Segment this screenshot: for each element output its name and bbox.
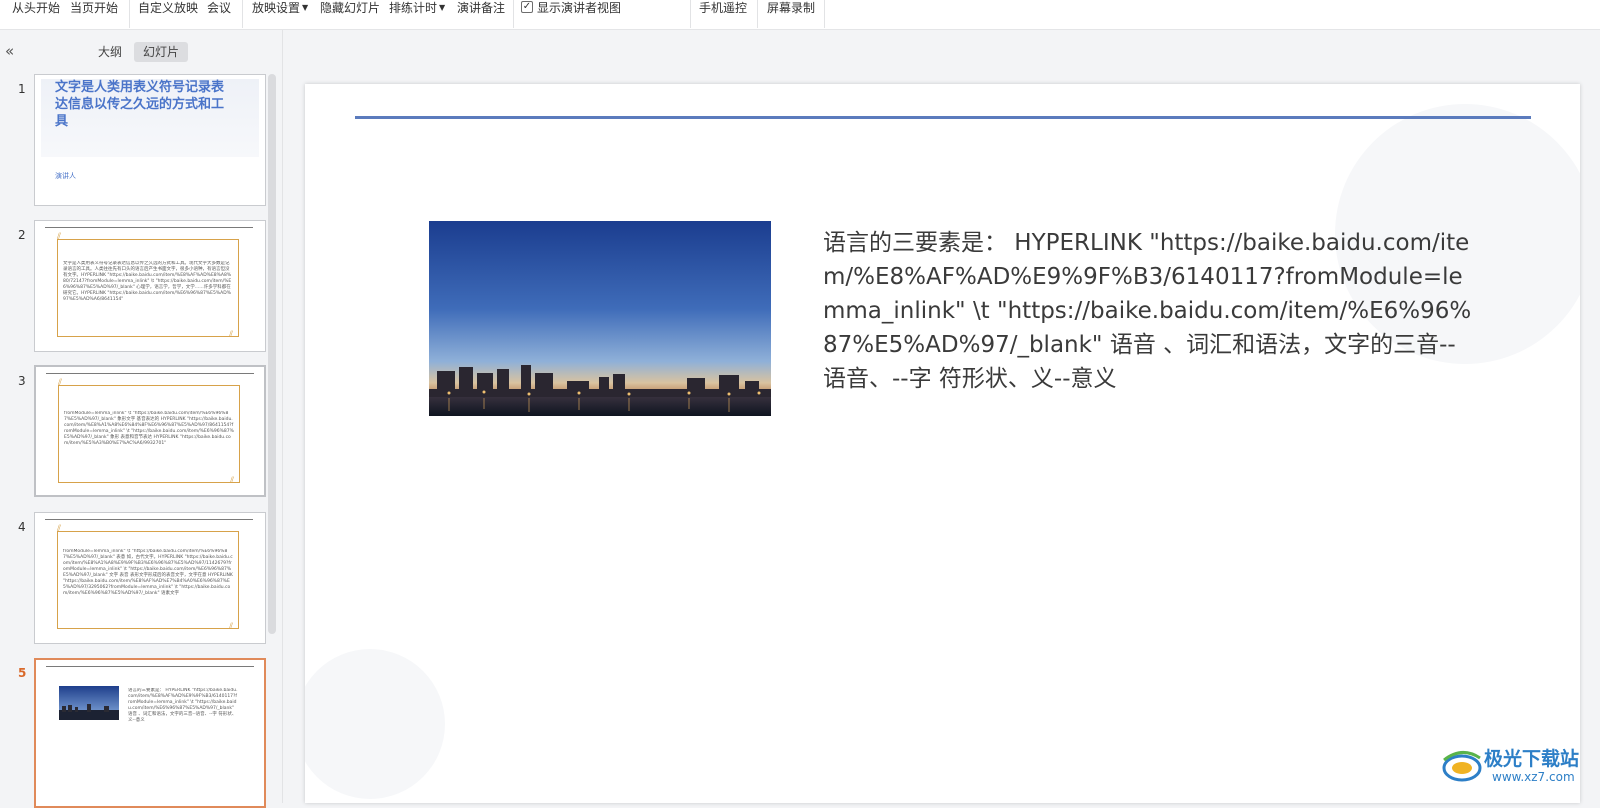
- slide-thumbnail-2[interactable]: ⫽ ⫽ 文字是人类用表义符号记录表达信息以传之久远的方式和工具。现代文字大多数是…: [34, 220, 266, 352]
- slide-body-text[interactable]: 语言的三要素是： HYPERLINK "https://baike.baidu.…: [823, 226, 1473, 396]
- watermark-name: 极光下载站: [1484, 748, 1580, 770]
- tab-slides[interactable]: 幻灯片: [134, 42, 188, 62]
- decorative-circle: [305, 649, 445, 799]
- custom-show-button[interactable]: 自定义放映: [138, 0, 198, 16]
- accent-line: [45, 227, 253, 228]
- slide-thumbnail-text: 语言的三要素是： HYPERLINK "https://baike.baidu.…: [128, 688, 238, 723]
- slide-thumbnail-5[interactable]: 语言的三要素是： HYPERLINK "https://baike.baidu.…: [34, 658, 266, 808]
- toolbar-divider: [242, 0, 243, 28]
- panel-scrollbar[interactable]: [268, 74, 276, 634]
- accent-line: [46, 373, 254, 374]
- screen-record-button[interactable]: 屏幕录制: [767, 0, 815, 16]
- city-skyline-image[interactable]: [429, 221, 771, 416]
- presenter-view-label[interactable]: 显示演讲者视图: [537, 0, 621, 16]
- aurora-logo-icon: [1442, 751, 1482, 782]
- meeting-button[interactable]: 会议: [207, 0, 231, 16]
- watermark-url: www.xz7.com: [1492, 770, 1575, 784]
- watermark: 极光下载站 www.xz7.com: [1440, 744, 1600, 799]
- start-from-current-button[interactable]: 当页开始: [70, 0, 118, 16]
- corner-ornament-icon: ⫽: [57, 232, 62, 242]
- current-slide[interactable]: 语言的三要素是： HYPERLINK "https://baike.baidu.…: [305, 84, 1580, 803]
- city-skyline-image: [59, 686, 119, 720]
- slide-accent-line: [355, 116, 1531, 119]
- toolbar-divider: [513, 0, 514, 28]
- rehearse-timing-label: 排练计时: [389, 1, 438, 15]
- presenter-view-checkbox[interactable]: ✓: [521, 1, 533, 13]
- slide-number: 1: [18, 82, 26, 96]
- toolbar-divider: [757, 0, 758, 28]
- toolbar-divider: [824, 0, 825, 28]
- collapse-panel-icon[interactable]: «: [5, 42, 14, 60]
- start-from-beginning-button[interactable]: 从头开始: [12, 0, 60, 16]
- toolbar-divider: [129, 0, 130, 28]
- corner-ornament-icon: ⫽: [229, 330, 234, 340]
- corner-ornament-icon: ⫽: [229, 622, 234, 632]
- slide-number: 5: [18, 666, 27, 680]
- accent-line: [45, 519, 253, 520]
- accent-line: [46, 666, 254, 667]
- slide-number: 2: [18, 228, 26, 242]
- slide-thumbnail-title: 文字是人类用表义符号记录表达信息以传之久远的方式和工具: [55, 80, 225, 129]
- chevron-down-icon: ▼: [302, 3, 309, 12]
- slide-number: 3: [18, 374, 26, 388]
- show-settings-label: 放映设置: [252, 1, 301, 15]
- corner-ornament-icon: ⫽: [58, 378, 63, 388]
- slide-number: 4: [18, 520, 26, 534]
- tab-outline[interactable]: 大纲: [92, 42, 128, 62]
- slide-thumbnail-3[interactable]: ⫽ ⫽ fromModule=lemma_inlink" \t "https:/…: [34, 365, 266, 497]
- speaker-notes-button[interactable]: 演讲备注: [457, 0, 505, 16]
- show-settings-dropdown[interactable]: 放映设置 ▼: [252, 0, 308, 16]
- slides-panel: « 大纲 幻灯片 1 文字是人类用表义符号记录表达信息以传之久远的方式和工具 演…: [0, 30, 283, 808]
- slide-thumbnail-4[interactable]: ⫽ ⫽ fromModule=lemma_inlink" \t "https:/…: [34, 512, 266, 644]
- slide-thumbnail-1[interactable]: 文字是人类用表义符号记录表达信息以传之久远的方式和工具 演讲人: [34, 74, 266, 206]
- chevron-down-icon: ▼: [439, 3, 446, 12]
- slide-thumbnail-author: 演讲人: [55, 172, 76, 180]
- phone-remote-button[interactable]: 手机遥控: [699, 0, 747, 16]
- corner-ornament-icon: ⫽: [57, 524, 62, 534]
- toolbar-divider: [690, 0, 691, 28]
- slideshow-toolbar: 从头开始 当页开始 自定义放映 会议 放映设置 ▼ 隐藏幻灯片 排练计时 ▼ 演讲备…: [0, 0, 1600, 30]
- slide-thumbnail-text: fromModule=lemma_inlink" \t "https://bai…: [64, 411, 234, 446]
- slide-thumbnail-text: 文字是人类用表义符号记录表达信息以传之久远的方式和工具。现代文字大多数是记录语言…: [63, 261, 232, 302]
- slide-thumbnail-text: fromModule=lemma_inlink" \t "https://bai…: [63, 549, 233, 596]
- corner-ornament-icon: ⫽: [230, 476, 235, 486]
- hide-slide-button[interactable]: 隐藏幻灯片: [320, 0, 380, 16]
- rehearse-timing-dropdown[interactable]: 排练计时 ▼: [389, 0, 445, 16]
